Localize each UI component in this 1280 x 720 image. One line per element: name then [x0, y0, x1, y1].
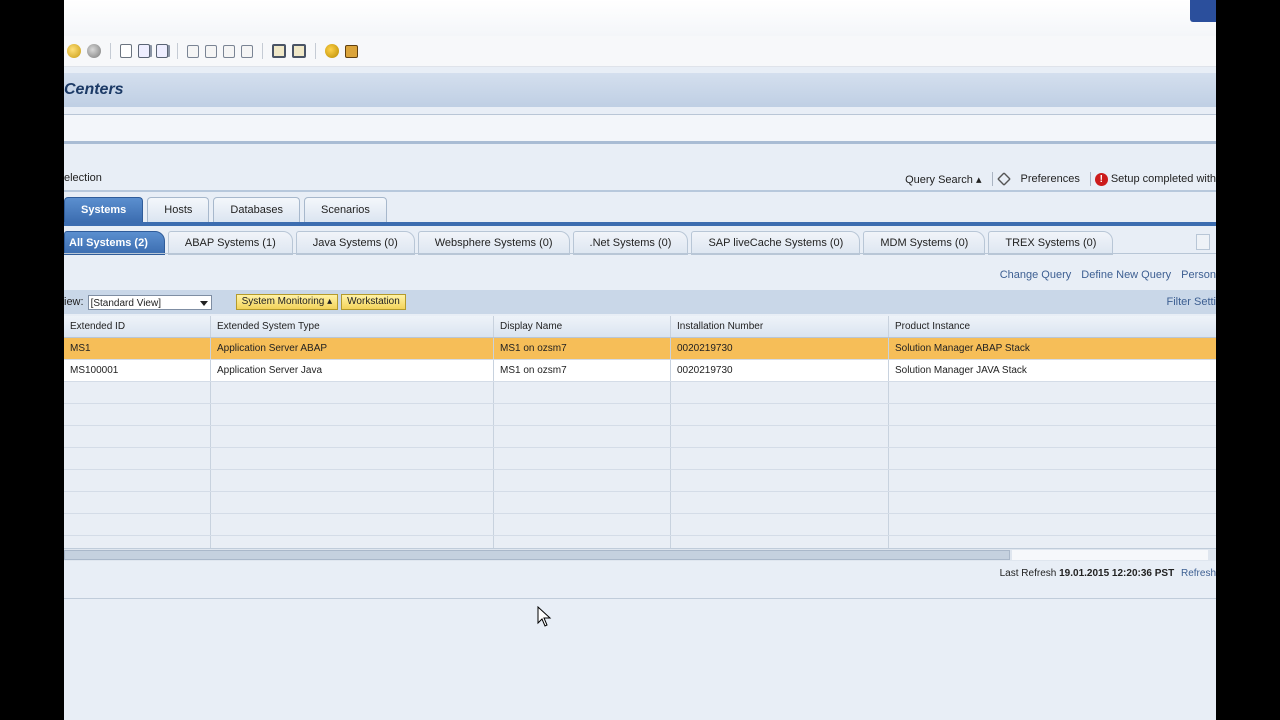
table-cell: MS1 on ozsm7: [494, 360, 671, 381]
layout-icon[interactable]: [345, 44, 358, 58]
main-tab-underline: [64, 222, 1216, 226]
last-refresh-label: Last Refresh: [999, 568, 1057, 579]
multi-document-icon[interactable]: [138, 44, 150, 58]
subtab-underline: [64, 253, 1216, 254]
help-icon[interactable]: [325, 44, 339, 58]
subtab-abap-systems[interactable]: ABAP Systems (1): [167, 231, 293, 255]
define-new-query-link[interactable]: Define New Query: [1081, 269, 1171, 281]
subtab-websphere-systems[interactable]: Websphere Systems (0): [417, 231, 570, 255]
toolbar-separator: [110, 43, 111, 59]
refresh-link[interactable]: Refresh: [1181, 568, 1216, 579]
horizontal-scrollbar[interactable]: [64, 548, 1216, 561]
toolbar-separator: [262, 43, 263, 59]
empty-row: [64, 514, 1216, 536]
mouse-cursor-icon: [537, 606, 552, 627]
paste-icon[interactable]: [205, 44, 217, 58]
table-cell: MS100001: [64, 360, 211, 381]
window-control-button[interactable]: [1190, 0, 1216, 22]
empty-row: [64, 426, 1216, 448]
selection-label: election: [64, 172, 102, 184]
table-cell: Solution Manager ABAP Stack: [895, 343, 1030, 354]
last-refresh-value: 19.01.2015 12:20:36 PST: [1059, 568, 1175, 579]
column-header[interactable]: Installation Number: [671, 316, 889, 337]
query-links: Change Query Define New Query Person: [990, 269, 1216, 281]
table-cell: Application Server Java: [211, 360, 494, 381]
empty-row: [64, 448, 1216, 470]
header-strip: [64, 114, 1216, 144]
page-title: Centers: [64, 81, 124, 98]
favorite-icon[interactable]: [67, 44, 81, 58]
table-row[interactable]: MS1 Application Server ABAP MS1 on ozsm7…: [64, 338, 1216, 360]
divider: [991, 172, 993, 186]
column-header[interactable]: Display Name: [494, 316, 671, 337]
table-cell: Application Server ABAP: [211, 338, 494, 359]
column-header[interactable]: Extended System Type: [211, 316, 494, 337]
empty-row: [64, 382, 1216, 404]
selection-links: Query Search ▴ Preferences ! Setup compl…: [897, 172, 1216, 186]
toolbar: [64, 36, 1216, 67]
scrollbar-thumb[interactable]: [64, 550, 1010, 560]
subtab-scroll-button[interactable]: [1196, 234, 1210, 250]
subtab-all-systems[interactable]: All Systems (2): [64, 231, 165, 255]
personalize-link[interactable]: Person: [1181, 269, 1216, 281]
copy-icon[interactable]: [187, 44, 199, 58]
view-select-value: [Standard View]: [90, 297, 161, 309]
filter-settings-link[interactable]: Filter Setti: [1166, 296, 1216, 308]
column-header[interactable]: Product Instance: [889, 316, 1216, 337]
toolbar-separator: [177, 43, 178, 59]
compare-documents-icon[interactable]: [156, 44, 168, 58]
table-cell: MS1 on ozsm7: [494, 338, 671, 359]
subtab-mdm-systems[interactable]: MDM Systems (0): [863, 231, 986, 255]
view-select[interactable]: [Standard View]: [87, 294, 212, 310]
back-icon[interactable]: [87, 44, 101, 58]
top-bar: [64, 0, 1216, 37]
tab-hosts[interactable]: Hosts: [147, 197, 210, 222]
sub-tabs: All Systems (2) ABAP Systems (1) Java Sy…: [64, 231, 1216, 255]
table-header-row: Extended ID Extended System Type Display…: [64, 316, 1216, 338]
divider: [1089, 172, 1091, 186]
shortcut-icon[interactable]: [292, 44, 306, 58]
toolbar-separator: [315, 43, 316, 59]
preferences-link[interactable]: Preferences: [1021, 173, 1080, 185]
document-icon[interactable]: [120, 44, 132, 58]
sap-window: Centers election Query Search ▴ Preferen…: [64, 0, 1216, 720]
last-refresh: Last Refresh 19.01.2015 12:20:36 PST Ref…: [1000, 568, 1216, 579]
change-query-link[interactable]: Change Query: [1000, 269, 1072, 281]
find-icon[interactable]: [223, 44, 235, 58]
new-window-icon[interactable]: [272, 44, 286, 58]
view-label: iew:: [64, 296, 84, 308]
table-cell: 0020219730: [671, 338, 889, 359]
view-bar: iew: [Standard View] System Monitoring ▴…: [64, 290, 1216, 314]
subtab-livecache-systems[interactable]: SAP liveCache Systems (0): [691, 231, 861, 255]
systems-table: Extended ID Extended System Type Display…: [64, 316, 1216, 558]
find-next-icon[interactable]: [241, 44, 253, 58]
scrollbar-track[interactable]: [1012, 550, 1208, 560]
title-bar: Centers: [64, 73, 1216, 107]
bottom-divider: [64, 598, 1216, 599]
workstation-button[interactable]: Workstation: [341, 294, 406, 310]
setup-status-link[interactable]: Setup completed with: [1111, 173, 1216, 185]
empty-row: [64, 404, 1216, 426]
empty-row: [64, 470, 1216, 492]
selection-divider: [64, 190, 1216, 192]
wrench-icon: [996, 172, 1011, 186]
tab-databases[interactable]: Databases: [213, 197, 300, 222]
tab-scenarios[interactable]: Scenarios: [303, 197, 387, 222]
main-tabs: Systems Hosts Databases Scenarios: [64, 196, 1216, 222]
subtab-net-systems[interactable]: .Net Systems (0): [572, 231, 689, 255]
chevron-down-icon: [199, 300, 208, 306]
table-cell: Solution Manager JAVA Stack: [895, 365, 1027, 376]
empty-row: [64, 492, 1216, 514]
table-row[interactable]: MS100001 Application Server Java MS1 on …: [64, 360, 1216, 382]
column-header[interactable]: Extended ID: [64, 316, 211, 337]
error-icon: !: [1094, 172, 1108, 186]
tab-systems[interactable]: Systems: [64, 197, 144, 222]
table-cell: 0020219730: [671, 360, 889, 381]
subtab-java-systems[interactable]: Java Systems (0): [295, 231, 415, 255]
table-cell: MS1: [64, 338, 211, 359]
subtab-trex-systems[interactable]: TREX Systems (0): [988, 231, 1114, 255]
system-monitoring-button[interactable]: System Monitoring ▴: [235, 294, 339, 310]
query-search-link[interactable]: Query Search ▴: [905, 173, 981, 186]
